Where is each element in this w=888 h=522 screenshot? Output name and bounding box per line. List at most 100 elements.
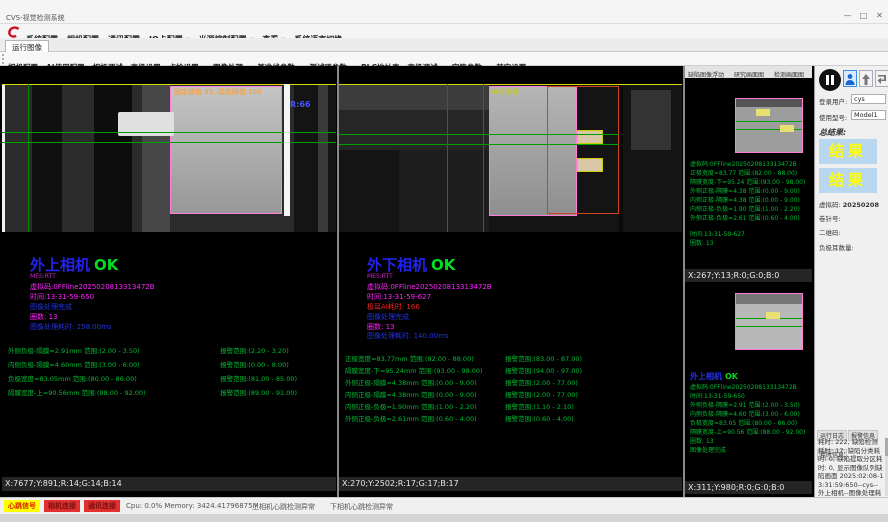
- process-done: 图像处理完成: [367, 312, 409, 322]
- window-footer: [0, 514, 888, 522]
- tab-count-label: 负极耳数量:: [819, 242, 854, 252]
- measurement-row: 内侧正极-负极=1.90mm 范围:(1.00 - 2.20) 报警范围:(1.…: [345, 394, 582, 406]
- toolbar-grip[interactable]: [2, 54, 5, 64]
- comm-connect-badge: 通讯连接: [84, 500, 120, 512]
- preview-line: 圈数: 13: [690, 437, 805, 446]
- tab-highlight: [766, 312, 780, 319]
- preview-column: 缺陷图像浮动研究画面图检测画面图 虚拟码:0FFline202502081331…: [685, 66, 812, 497]
- code-label: 虚拟码:: [819, 201, 841, 209]
- coords-readout-middle: X:270;Y:2502;R:17;G:17;B:17: [339, 477, 682, 491]
- pause-icon: [826, 75, 829, 85]
- pause-icon: [831, 75, 834, 85]
- tab-highlight: [577, 158, 603, 172]
- upload-arrow-button[interactable]: [859, 70, 873, 87]
- close-button[interactable]: ✕: [872, 10, 887, 21]
- warning-up-camera: 上相机心跳检测异常: [252, 502, 315, 512]
- cell-region-box: [170, 86, 282, 214]
- heartbeat-badge: 心跳信号: [4, 500, 40, 512]
- measure-value: 外侧正极-负极=2.61mm 范围:(0.60 - 4.00): [345, 413, 500, 423]
- sidebar: 登录用户: cys 使用型号: Model1 总结果: 结果结果 虚拟码: 20…: [814, 66, 888, 497]
- process-elapsed: 图像处理耗时: 140.00ms: [367, 331, 449, 341]
- user-icon-button[interactable]: [843, 70, 857, 87]
- window-title: CVS-视觉检测系统: [6, 13, 65, 23]
- preview-line: 隔膜宽度-下=95.24 范围:(93.00 - 98.00): [690, 178, 805, 187]
- capture-time: 时间:13-31-59-650: [30, 292, 94, 302]
- tab-highlight: [577, 130, 603, 144]
- code-row: 虚拟码: 20250208: [819, 199, 879, 209]
- preview-image-top[interactable]: [735, 98, 803, 153]
- preview-pane-top: 虚拟码:0FFline2025020813313472B正极宽度=83.77 范…: [685, 78, 812, 282]
- code-value: 20250208: [843, 201, 879, 209]
- measurement-row: 负极宽度=83.05mm 范围:(80.00 - 86.00) 报警范围:(81…: [8, 366, 297, 380]
- preview-line: 外侧负极-隔膜=2.91 范围:(2.00 - 3.50): [690, 401, 805, 410]
- process-elapsed: 图像处理耗时: 258.00ms: [30, 322, 112, 332]
- measurement-list: 正极宽度=83.77mm 范围:(82.00 - 88.00) 报警范围:(83…: [345, 346, 582, 418]
- blue-overlay-label: R:66: [290, 100, 311, 109]
- result-box: 结果: [819, 168, 877, 193]
- preview-text-top-extra: 时间:13-31-59-627圈数: 13: [690, 230, 745, 248]
- camera-view-left[interactable]: 固定阈值:93, 动态阈值:100 R:66: [2, 84, 336, 232]
- minimize-button[interactable]: —: [840, 10, 855, 21]
- main-view-area: 固定阈值:93, 动态阈值:100 R:66 外上相机OK MES:RTT 虚拟…: [0, 66, 814, 497]
- measurement-row: 隔膜宽度-上=90.56mm 范围:(88.00 - 92.00) 报警范围:(…: [8, 380, 297, 394]
- threshold-overlay-text: 固定阈值:93, 动态阈值:100: [174, 87, 261, 97]
- ai-elapsed: 极耳AI耗时: 166: [367, 302, 420, 312]
- measurement-row: 正极宽度=83.77mm 范围:(82.00 - 88.00) 报警范围:(83…: [345, 346, 582, 358]
- tab-highlight: [780, 125, 794, 132]
- mes-line: MES:RTT: [30, 273, 56, 280]
- preview-line: 时间:13-31-59-627: [690, 230, 745, 239]
- camera-result-title: 外上相机OK: [30, 254, 118, 275]
- preview-line: 外侧正极-负极=2.61 范围:(0.60 - 4.00): [690, 214, 805, 223]
- coords-readout-preview-bottom: X:311;Y:980;R:0;G:0;B:0: [685, 481, 812, 494]
- process-done: 图像处理完成: [30, 302, 72, 312]
- ai-detect-box: [547, 86, 619, 214]
- coords-readout-preview-top: X:267;Y:13;R:0;G:0;B:0: [685, 269, 812, 282]
- cpu-memory-text: Cpu: 0.0% Memory: 3424.41796875M: [126, 502, 259, 510]
- measurement-list: 外侧负极-隔膜=2.91mm 范围:(2.00 - 3.50) 报警范围:(2.…: [8, 338, 297, 394]
- preview-line: 虚拟码:0FFline2025020813313472B: [690, 160, 805, 169]
- login-user-label: 登录用户:: [819, 96, 847, 106]
- login-user-field[interactable]: cys: [851, 94, 886, 104]
- measurement-row: 内侧正极-隔膜=4.38mm 范围:(0.00 - 9.00) 报警范围:(2.…: [345, 382, 582, 394]
- preview-text-bottom: 虚拟码:0FFline2025020813313472B时间:13-31-59-…: [690, 383, 805, 455]
- maximize-button[interactable]: □: [856, 10, 871, 21]
- coords-readout-left: X:7677;Y:891;R:14;G:14;B:14: [2, 477, 336, 491]
- tab-strip: [0, 38, 888, 52]
- result-box: 结果: [819, 139, 877, 164]
- measure-line-green-vertical: [447, 84, 448, 232]
- result-ok: OK: [431, 256, 455, 274]
- model-field[interactable]: Model1: [851, 110, 886, 120]
- camera-name: 外下相机: [367, 256, 427, 274]
- camera-name: 外上相机: [690, 372, 722, 381]
- preview-text-top: 虚拟码:0FFline2025020813313472B正极宽度=83.77 范…: [690, 160, 805, 223]
- tab-highlight: [756, 109, 770, 116]
- camera-pane-left: 固定阈值:93, 动态阈值:100 R:66 外上相机OK MES:RTT 虚拟…: [2, 66, 336, 497]
- mes-line: MES:RTT: [367, 273, 393, 280]
- preview-line: 图像处理完成: [690, 446, 805, 455]
- virtual-code: 虚拟码:0FFline2025020813313472B: [30, 282, 155, 292]
- measurement-row: 隔膜宽度-下=95.24mm 范围:(93.00 - 98.00) 报警范围:(…: [345, 358, 582, 370]
- camera-pane-middle: AI检测框 外下相机OK MES:RTT 虚拟码:0FFline20250208…: [339, 66, 682, 497]
- camera-result-title: 外下相机OK: [367, 254, 455, 275]
- return-arrow-button[interactable]: [875, 70, 888, 87]
- preview-ok-line: 外上相机OK: [690, 371, 738, 382]
- preview-line: 正极宽度=83.77 范围:(82.00 - 88.00): [690, 169, 805, 178]
- app-logo-icon: [6, 24, 22, 38]
- camera-name: 外上相机: [30, 256, 90, 274]
- preview-line: 时间:13-31-59-650: [690, 392, 805, 401]
- preview-line: 圈数: 13: [690, 239, 745, 248]
- pause-button[interactable]: [819, 69, 841, 91]
- total-result-label: 总结果:: [819, 127, 846, 138]
- camera-connect-badge: 相机连接: [44, 500, 80, 512]
- model-label: 使用型号:: [819, 112, 847, 122]
- measurement-row: 内侧负极-隔膜=4.60mm 范围:(3.00 - 6.00) 报警范围:(0.…: [8, 352, 297, 366]
- title-bar: [0, 0, 888, 24]
- virtual-code: 虚拟码:0FFline2025020813313472B: [367, 282, 492, 292]
- ai-overlay-text: AI检测框: [491, 87, 519, 97]
- preview-line: 内侧正极-负极=1.90 范围:(1.00 - 2.20): [690, 205, 805, 214]
- preview-header-tabs: 缺陷图像浮动研究画面图检测画面图: [685, 66, 812, 78]
- preview-image-bottom[interactable]: [735, 293, 803, 350]
- qr-label: 二维码:: [819, 227, 841, 237]
- preview-line: 内侧负极-隔膜=4.60 范围:(3.00 - 6.00): [690, 410, 805, 419]
- camera-view-middle[interactable]: AI检测框: [339, 84, 682, 232]
